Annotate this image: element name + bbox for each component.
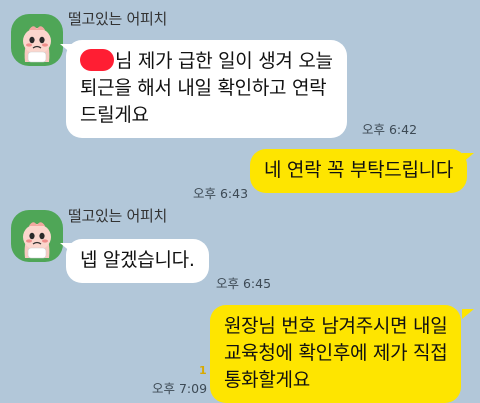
message-time: 오후 6:43 <box>193 186 249 201</box>
message-time: 오후 7:09 <box>152 381 208 396</box>
message-bubble[interactable]: 님 제가 급한 일이 생겨 오늘 퇴근을 해서 내일 확인하고 연락 드릴게요 <box>66 40 347 138</box>
apeach-avatar-icon <box>23 222 51 259</box>
message-time: 오후 6:45 <box>216 276 272 291</box>
message-line: 원장님 번호 남겨주시면 내일 <box>224 315 448 337</box>
sender-avatar[interactable] <box>11 14 63 66</box>
sender-name: 떨고있는 어피치 <box>68 207 167 225</box>
message-time: 오후 6:42 <box>362 122 418 137</box>
message-line: 통화할게요 <box>224 369 310 391</box>
message-line: 드릴게요 <box>80 104 149 126</box>
sender-name: 떨고있는 어피치 <box>68 10 167 28</box>
message-line: 넵 알겠습니다. <box>80 249 195 271</box>
message-bubble[interactable]: 네 연락 꼭 부탁드립니다 <box>250 149 468 193</box>
message-bubble[interactable]: 넵 알겠습니다. <box>66 239 209 283</box>
message-line: 퇴근을 해서 내일 확인하고 연락 <box>80 77 327 99</box>
sender-avatar[interactable] <box>11 210 63 262</box>
message-line: 교육청에 확인후에 제가 직접 <box>224 342 448 364</box>
unread-count: 1 <box>199 364 207 377</box>
message-line: 네 연락 꼭 부탁드립니다 <box>264 159 454 181</box>
redaction-mark <box>80 49 114 71</box>
bubble-tail <box>462 309 474 319</box>
apeach-avatar-icon <box>23 26 51 63</box>
message-bubble[interactable]: 원장님 번호 남겨주시면 내일 교육청에 확인후에 제가 직접 통화할게요 <box>210 305 462 403</box>
bubble-tail <box>462 153 474 163</box>
message-line: 님 제가 급한 일이 생겨 오늘 <box>80 48 333 75</box>
